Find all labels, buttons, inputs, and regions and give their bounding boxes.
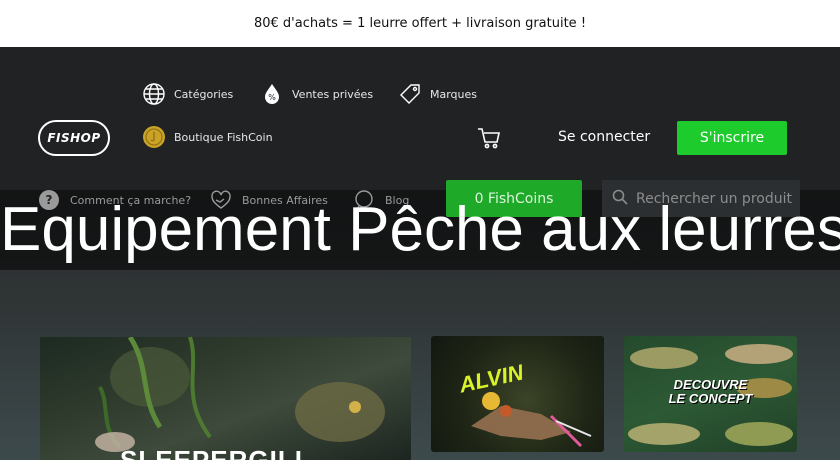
- page-title: Equipement Pêche aux leurres: [0, 195, 840, 264]
- site-header: [0, 47, 840, 190]
- nav-brands[interactable]: Marques: [398, 82, 477, 106]
- signup-button-label: S'inscrire: [699, 130, 765, 146]
- svg-text:%: %: [268, 93, 276, 102]
- card-concept-text: DECOUVRE LE CONCEPT: [624, 378, 797, 406]
- card-concept-line1: DECOUVRE: [673, 377, 748, 392]
- alvin-lure-image: [471, 392, 592, 448]
- promo-text: 80€ d'achats = 1 leurre offert + livrais…: [253, 16, 587, 31]
- nav-private-sales[interactable]: % Ventes privées: [260, 82, 373, 106]
- nav-brands-label: Marques: [430, 87, 478, 101]
- card-sleepergill-text: SLEEPERGILL: [120, 445, 312, 460]
- promo-bar: 80€ d'achats = 1 leurre offert + livrais…: [0, 0, 840, 47]
- sleepergill-image: [95, 337, 385, 452]
- fishop-logo[interactable]: FISHOP: [38, 120, 110, 156]
- tag-icon: [398, 82, 422, 106]
- coin-icon: [142, 125, 166, 149]
- nav-categories[interactable]: Catégories: [142, 82, 233, 106]
- nav-fishcoin-shop[interactable]: Boutique FishCoin: [142, 125, 273, 149]
- promo-card-concept[interactable]: DECOUVRE LE CONCEPT: [624, 336, 797, 452]
- login-link[interactable]: Se connecter: [558, 129, 650, 145]
- promo-card-alvin[interactable]: ALVIN: [431, 336, 604, 452]
- cart-icon[interactable]: [476, 126, 502, 150]
- nav-private-sales-label: Ventes privées: [292, 87, 374, 101]
- promo-card-sleepergill[interactable]: SLEEPERGILL: [40, 337, 411, 460]
- card-concept-line2: LE CONCEPT: [668, 391, 753, 406]
- globe-icon: [142, 82, 166, 106]
- nav-fishcoin-shop-label: Boutique FishCoin: [174, 130, 273, 144]
- signup-button[interactable]: S'inscrire: [677, 121, 787, 155]
- logo-text: FISHOP: [47, 131, 101, 145]
- drop-percent-icon: %: [260, 82, 284, 106]
- nav-categories-label: Catégories: [174, 87, 234, 101]
